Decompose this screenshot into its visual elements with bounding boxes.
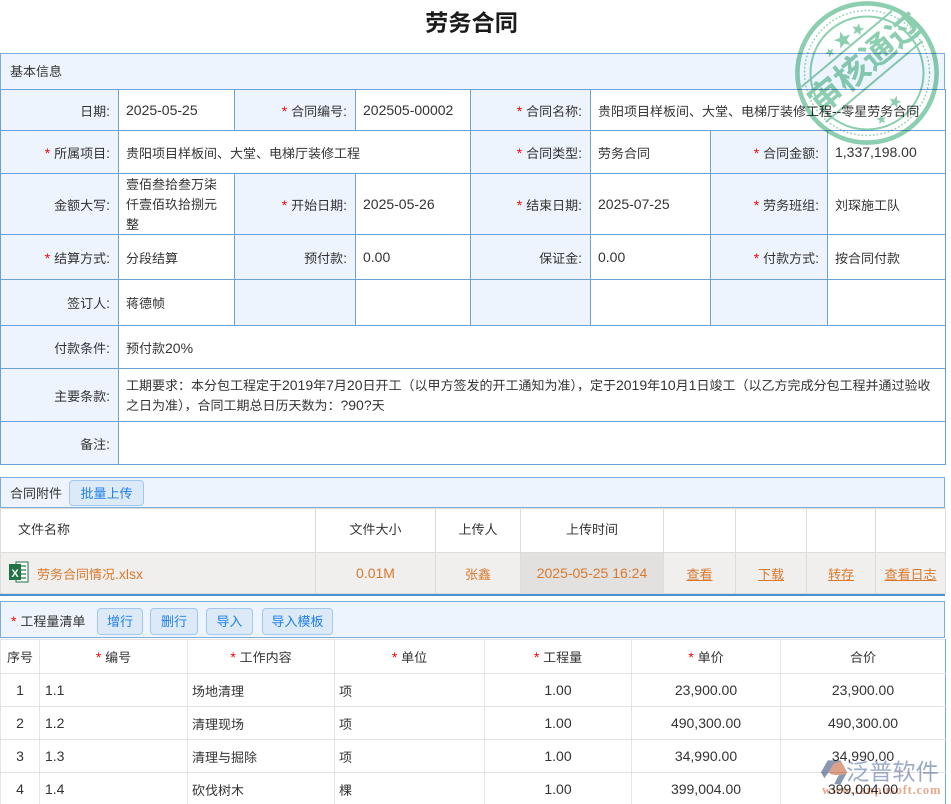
svg-text:www.fanpusoft.com: www.fanpusoft.com <box>822 783 941 797</box>
svg-text:泛普软件: 泛普软件 <box>846 753 939 787</box>
svg-text:X: X <box>11 568 19 580</box>
